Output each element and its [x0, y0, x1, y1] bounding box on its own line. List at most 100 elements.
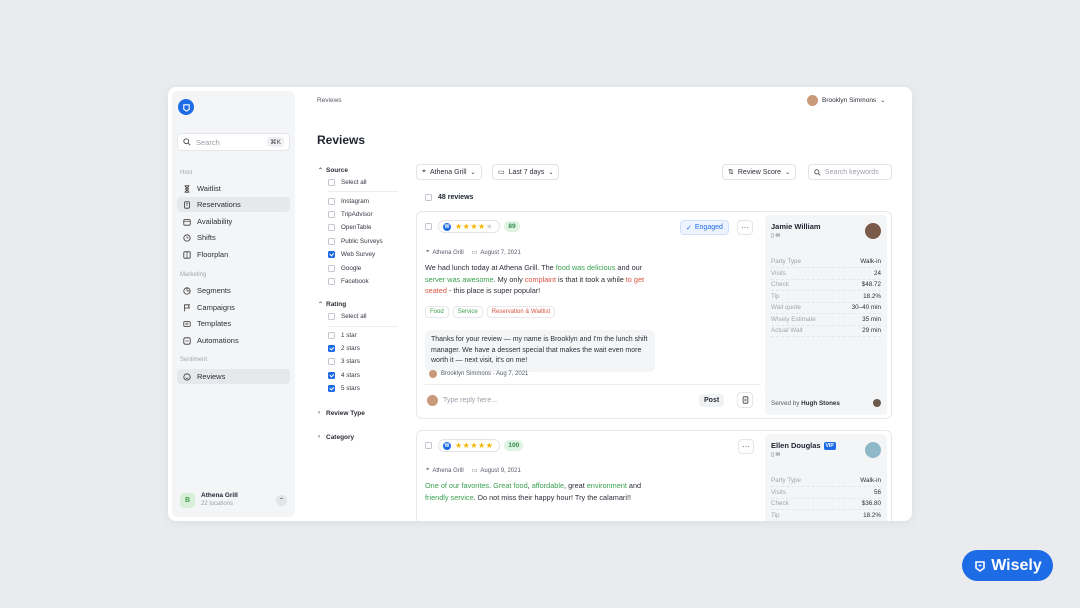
sidebar-item-segments[interactable]: Segments	[177, 283, 290, 298]
chevron-right-icon: ›	[318, 410, 320, 417]
checkbox[interactable]	[328, 264, 335, 272]
filter-option[interactable]: Select all	[318, 310, 398, 323]
post-button[interactable]: Post	[699, 394, 725, 407]
chevron-down-icon: ⌄	[548, 169, 554, 176]
date-range-dropdown[interactable]: ▭ Last 7 days ⌄	[492, 164, 560, 180]
brand-name: Wisely	[991, 556, 1042, 574]
sidebar-item-campaigns[interactable]: Campaigns	[177, 300, 290, 315]
more-options-button[interactable]: ···	[738, 439, 754, 454]
sidebar-item-floorplan[interactable]: Floorplan	[177, 247, 290, 262]
select-all-checkbox[interactable]	[425, 194, 432, 201]
sidebar-item-waitlist[interactable]: Waitlist	[177, 181, 290, 196]
filter-option[interactable]: 1 star	[318, 329, 398, 342]
review-card: W ★★★★ ★ 89 ✓ Engaged ··· ⌖ Athena Grill ▭ Aug…	[416, 211, 892, 419]
option-label: 2 stars	[341, 345, 360, 353]
checkbox[interactable]	[328, 224, 335, 232]
reply-placeholder: Type reply here...	[443, 397, 498, 404]
sidebar-item-templates[interactable]: Templates	[177, 316, 290, 331]
sidebar-item-reviews[interactable]: Reviews	[177, 369, 290, 384]
option-label: Web Survey	[341, 251, 376, 259]
customer-name[interactable]: Jamie William	[771, 222, 821, 231]
sidebar-item-automations[interactable]: Automations	[177, 333, 290, 348]
filter-option[interactable]: Facebook	[318, 275, 398, 288]
review-checkbox[interactable]	[425, 223, 432, 230]
checkbox[interactable]	[328, 277, 335, 285]
filter-rating-header[interactable]: ⌃ Rating	[318, 298, 398, 310]
filter-option[interactable]: Select all	[318, 176, 398, 189]
chevron-up-icon[interactable]: ⌃	[276, 494, 287, 506]
review-location: Athena Grill	[432, 467, 464, 474]
review-checkbox[interactable]	[425, 442, 432, 449]
tag-reservation[interactable]: Reservation & Waitlist	[486, 306, 556, 318]
keyword-search[interactable]: Search keywords	[808, 164, 892, 180]
brand-logo-icon	[975, 560, 986, 572]
sidebar-item-shifts[interactable]: Shifts	[177, 230, 290, 245]
sort-icon: ⇅	[728, 169, 734, 176]
filter-option[interactable]: Web Survey	[318, 248, 398, 261]
stat-value: Walk-in	[860, 477, 881, 484]
stat-row: Wait quote 30–40 min	[771, 304, 881, 314]
sidebar-search[interactable]: Search ⌘K	[177, 133, 290, 151]
stat-value: 56	[873, 489, 881, 496]
checkbox-checked[interactable]	[328, 345, 335, 353]
app-logo[interactable]	[178, 99, 194, 115]
filter-option[interactable]: 5 stars	[318, 382, 398, 395]
template-button[interactable]	[737, 392, 753, 408]
stat-row: Check $48.72	[771, 281, 881, 291]
filter-option[interactable]: OpenTable	[318, 221, 398, 234]
filter-category-header[interactable]: › Category	[318, 431, 398, 443]
checkbox[interactable]	[328, 210, 335, 218]
checkbox[interactable]	[328, 237, 335, 245]
tag-service[interactable]: Service	[452, 306, 483, 318]
checkbox-checked[interactable]	[328, 371, 335, 379]
app-window: Search ⌘K Host Waitlist Reservations Ava…	[168, 87, 912, 521]
filter-option[interactable]: 3 stars	[318, 355, 398, 368]
sort-dropdown[interactable]: ⇅ Review Score ⌄	[722, 164, 797, 180]
sidebar-item-reservations[interactable]: Reservations	[177, 197, 290, 212]
customer-name[interactable]: Ellen Douglas	[771, 441, 821, 450]
search-icon	[183, 138, 191, 146]
location-dropdown[interactable]: ⌖ Athena Grill ⌄	[416, 164, 482, 180]
checkbox-checked[interactable]	[328, 251, 335, 259]
star-rating: ★★★★★	[455, 441, 494, 450]
filter-option[interactable]: TripAdvisor	[318, 208, 398, 221]
sidebar: Search ⌘K Host Waitlist Reservations Ava…	[172, 91, 295, 517]
account-name: Athena Grill	[201, 492, 238, 499]
search-icon	[814, 168, 821, 176]
status-badge[interactable]: ✓ Engaged	[680, 220, 729, 235]
sidebar-item-availability[interactable]: Availability	[177, 214, 290, 229]
option-label: Facebook	[341, 277, 369, 285]
filter-review-type-header[interactable]: › Review Type	[318, 407, 398, 419]
filter-option[interactable]: 4 stars	[318, 369, 398, 382]
filter-option[interactable]: Public Surveys	[318, 235, 398, 248]
filter-title: Source	[326, 166, 349, 174]
breadcrumb[interactable]: Reviews	[317, 97, 342, 104]
filter-option[interactable]: Google	[318, 261, 398, 274]
stat-label: Actual Wait	[771, 327, 803, 334]
more-options-button[interactable]: ···	[737, 220, 753, 235]
checkbox-checked[interactable]	[328, 385, 335, 393]
filter-source-header[interactable]: ⌃ Source	[318, 164, 398, 176]
checkbox[interactable]	[328, 313, 335, 321]
template-icon	[183, 320, 191, 327]
checkbox[interactable]	[328, 179, 335, 187]
option-label: Select all	[341, 179, 367, 187]
user-name: Brooklyn Simmons	[822, 97, 877, 104]
tag-food[interactable]: Food	[425, 306, 449, 318]
filter-option[interactable]: 2 stars	[318, 342, 398, 355]
pin-icon: ⌖	[426, 249, 430, 255]
divider	[328, 191, 398, 193]
account-switcher[interactable]: B Athena Grill 22 locations ⌃	[177, 489, 290, 511]
filter-option[interactable]: Instagram	[318, 194, 398, 207]
checkbox[interactable]	[328, 197, 335, 205]
search-placeholder: Search	[196, 137, 220, 147]
reply-input[interactable]: Type reply here...	[427, 395, 497, 406]
stat-row: Party Type Walk-in	[771, 258, 881, 268]
filter-title: Category	[326, 433, 355, 441]
stat-label: Party Type	[771, 477, 801, 484]
user-menu[interactable]: Brooklyn Simmons ⌄	[807, 95, 885, 106]
sidebar-item-label: Floorplan	[197, 250, 229, 259]
served-label: Served by	[771, 400, 800, 407]
checkbox[interactable]	[328, 358, 335, 366]
checkbox[interactable]	[328, 331, 335, 339]
